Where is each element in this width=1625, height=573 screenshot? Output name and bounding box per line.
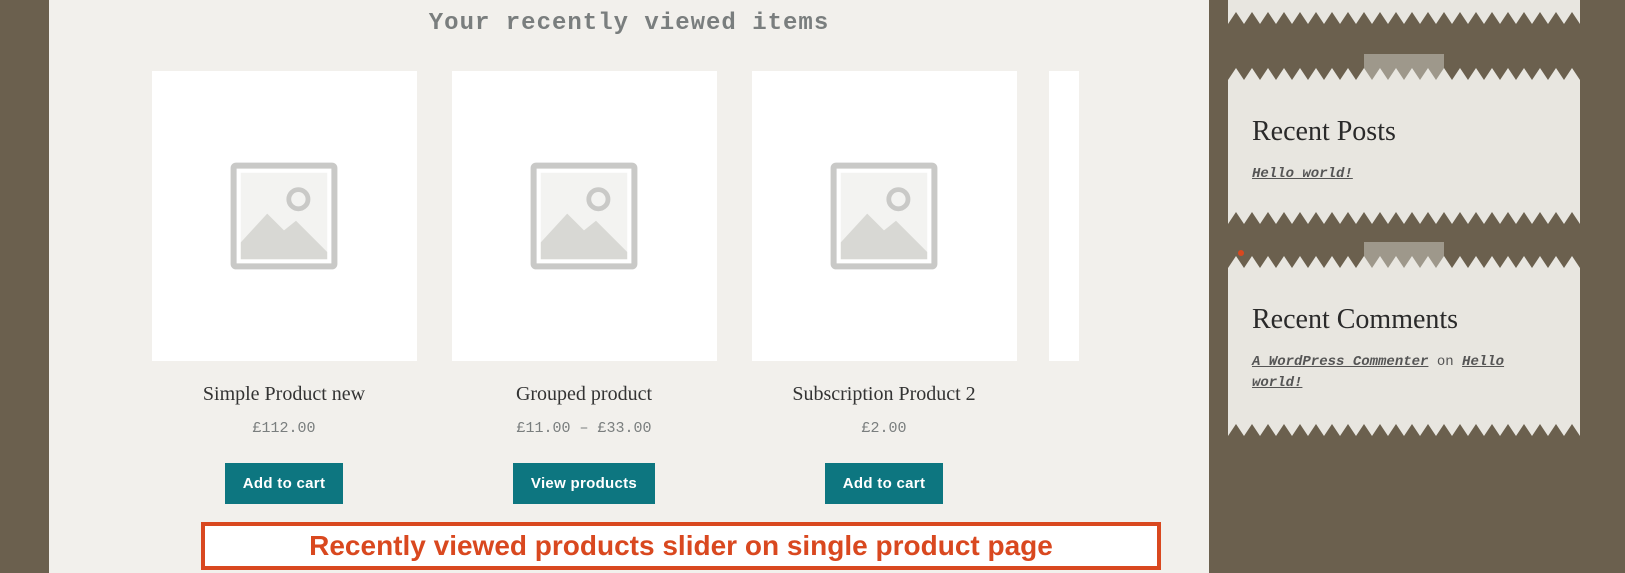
- product-image-placeholder[interactable]: [152, 71, 417, 361]
- product-image-placeholder[interactable]: [1049, 71, 1079, 361]
- on-text: on: [1428, 354, 1462, 370]
- product-image-placeholder[interactable]: [752, 71, 1017, 361]
- widget-heading: Recent Comments: [1252, 304, 1556, 336]
- widget-recent-comments: Recent Comments A WordPress Commenter on…: [1228, 256, 1580, 436]
- pin-decoration-icon: [1238, 250, 1244, 256]
- zigzag-divider-icon: [1228, 68, 1580, 80]
- main-content: Your recently viewed items Simple Produc…: [49, 0, 1209, 573]
- product-title[interactable]: Grouped product: [449, 383, 719, 406]
- product-price: £11.00 – £33.00: [449, 420, 719, 437]
- recent-post-link[interactable]: Hello world!: [1252, 166, 1353, 182]
- product-title[interactable]: Simple Product new: [149, 383, 419, 406]
- widget-stub-top: [1228, 0, 1580, 12]
- placeholder-image-icon: [224, 156, 344, 276]
- placeholder-image-icon: [824, 156, 944, 276]
- section-title: Your recently viewed items: [49, 10, 1209, 37]
- placeholder-image-icon: [524, 156, 644, 276]
- product-card[interactable]: Subscription Product 2 £2.00 Add to cart: [749, 71, 1019, 504]
- zigzag-divider-icon: [1228, 424, 1580, 436]
- product-price: £2.00: [749, 420, 1019, 437]
- zigzag-divider-icon: [1228, 12, 1580, 24]
- comment-author-link[interactable]: A WordPress Commenter: [1252, 354, 1428, 370]
- annotation-box: Recently viewed products slider on singl…: [201, 522, 1161, 570]
- product-card-partial[interactable]: [1049, 71, 1079, 504]
- product-card[interactable]: Simple Product new £112.00 Add to cart: [149, 71, 419, 504]
- add-to-cart-button[interactable]: Add to cart: [225, 463, 343, 504]
- products-slider[interactable]: Simple Product new £112.00 Add to cart G…: [49, 71, 1209, 504]
- recent-comment-item: A WordPress Commenter on Hello world!: [1252, 352, 1556, 394]
- product-image-placeholder[interactable]: [452, 71, 717, 361]
- add-to-cart-button[interactable]: Add to cart: [825, 463, 943, 504]
- widget-heading: Recent Posts: [1252, 116, 1556, 148]
- zigzag-divider-icon: [1228, 212, 1580, 224]
- annotation-text: Recently viewed products slider on singl…: [205, 530, 1157, 562]
- sidebar: Recent Posts Hello world! Recent Comment…: [1228, 0, 1580, 468]
- widget-recent-posts: Recent Posts Hello world!: [1228, 68, 1580, 224]
- product-price: £112.00: [149, 420, 419, 437]
- zigzag-divider-icon: [1228, 256, 1580, 268]
- view-products-button[interactable]: View products: [513, 463, 655, 504]
- product-card[interactable]: Grouped product £11.00 – £33.00 View pro…: [449, 71, 719, 504]
- product-title[interactable]: Subscription Product 2: [749, 383, 1019, 406]
